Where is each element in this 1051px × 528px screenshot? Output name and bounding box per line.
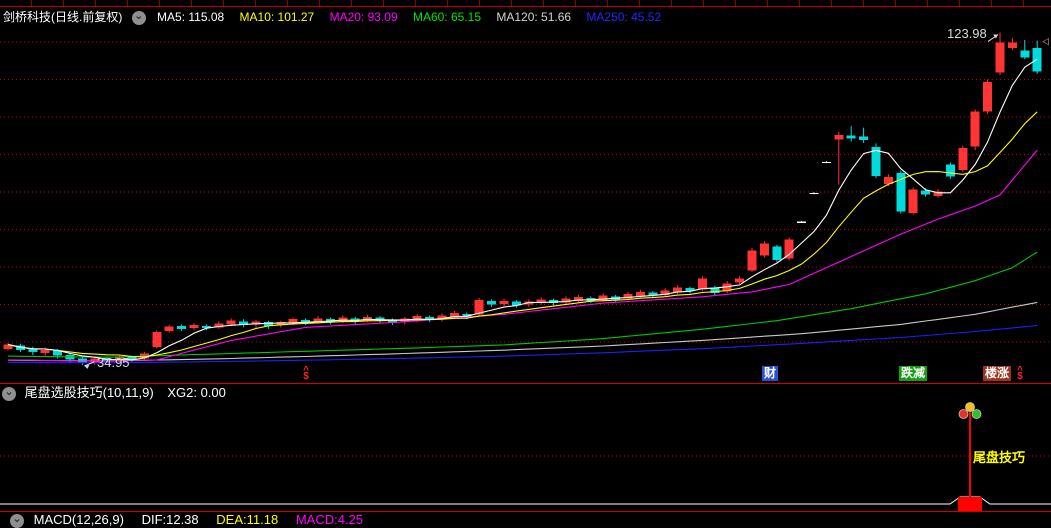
- candle-body: [958, 147, 968, 170]
- candle-body: [784, 239, 794, 259]
- candle-body: [846, 135, 856, 139]
- signal-balls-icon: [958, 409, 969, 419]
- macd-params-label: MACD(12,26,9): [33, 512, 124, 527]
- candle-body: [759, 243, 769, 256]
- candle-body: [1007, 42, 1017, 48]
- dollar-signal-marker[interactable]: ^ $: [1014, 366, 1026, 382]
- candle-body: [772, 246, 782, 260]
- ma5-label: MA5: 115.08: [157, 10, 225, 24]
- chevron-down-icon[interactable]: ⌄: [131, 10, 146, 25]
- macd-value-label: MACD:4.25: [295, 512, 364, 527]
- candle-body: [797, 221, 807, 223]
- main-chart-header: 剑桥科技(日线.前复权) ⌄ MA5: 115.08 MA10: 101.27 …: [3, 9, 673, 26]
- candle-body: [809, 192, 819, 195]
- candle-body: [995, 42, 1005, 73]
- signal-indicator-chart[interactable]: [0, 402, 1051, 511]
- sub-chart-header: ⌄ 尾盘选股技巧(10,11,9) XG2: 0.00: [2, 385, 226, 401]
- dollar-signal-marker[interactable]: ^ $: [300, 366, 312, 382]
- signal-balls-icon: [965, 402, 975, 412]
- signal-balls-icon: [971, 409, 982, 419]
- stock-app-window: 剑桥科技(日线.前复权) ⌄ MA5: 115.08 MA10: 101.27 …: [0, 0, 1051, 528]
- signal-text-annotation: 尾盘技巧: [973, 450, 1026, 465]
- candle-body: [821, 162, 831, 164]
- ma120-label: MA120: 51.66: [496, 10, 572, 24]
- dollar-icon: $: [1017, 371, 1023, 382]
- event-badge-diejian[interactable]: 跌减: [899, 366, 928, 381]
- high-price-annotation: 123.98: [947, 26, 987, 41]
- candle-body: [499, 300, 509, 304]
- candle-body: [859, 136, 869, 140]
- top-toolbar-cutoff: [0, 0, 1051, 7]
- candle-body: [1020, 50, 1030, 58]
- candle-body: [735, 278, 745, 283]
- xg2-value-label: XG2: 0.00: [167, 385, 226, 400]
- candlestick-chart[interactable]: [0, 28, 1051, 383]
- ma-line-ma5: [7, 58, 1038, 361]
- candle-body: [164, 326, 174, 332]
- event-badge-louzhang[interactable]: 楼涨: [983, 366, 1012, 381]
- scroll-left-icon[interactable]: ◁: [1042, 36, 1049, 47]
- chart-title: 剑桥科技(日线.前复权): [3, 10, 123, 24]
- candle-body: [487, 300, 497, 305]
- candle-body: [152, 332, 162, 347]
- macd-status-row: ⌄ MACD(12,26,9) DIF:12.38 DEA:11.18 MACD…: [10, 512, 377, 528]
- ma20-label: MA20: 93.09: [329, 10, 398, 24]
- candle-body: [970, 111, 980, 147]
- low-price-annotation: 34.95: [97, 355, 130, 370]
- dollar-icon: $: [303, 371, 309, 382]
- xg2-baseline: [0, 496, 1051, 505]
- ma-line-ma10: [7, 111, 1038, 358]
- candle-body: [945, 164, 955, 177]
- ma-line-ma120: [7, 301, 1038, 362]
- chevron-down-icon[interactable]: ⌄: [2, 386, 16, 401]
- candle-body: [834, 134, 844, 140]
- candle-body: [908, 189, 918, 213]
- ma10-label: MA10: 101.27: [239, 10, 315, 24]
- dea-value-label: DEA:11.18: [216, 512, 279, 527]
- ma250-label: MA250: 45.52: [586, 10, 662, 24]
- candle-body: [177, 325, 187, 329]
- sub-chart-title: 尾盘选股技巧(10,11,9): [24, 385, 154, 400]
- ma-line-ma20: [7, 149, 1038, 362]
- ma60-label: MA60: 65.15: [412, 10, 482, 24]
- signal-square-marker: [958, 497, 982, 511]
- candle-body: [983, 81, 993, 112]
- panel-divider: [0, 383, 1051, 384]
- candle-body: [226, 320, 236, 325]
- dif-value-label: DIF:12.38: [141, 512, 199, 527]
- candle-body: [747, 250, 757, 271]
- chevron-down-icon[interactable]: ⌄: [10, 513, 24, 528]
- event-badge-cai[interactable]: 财: [762, 366, 779, 381]
- candle-body: [28, 349, 38, 353]
- candle-body: [40, 349, 50, 353]
- candle-body: [189, 325, 199, 329]
